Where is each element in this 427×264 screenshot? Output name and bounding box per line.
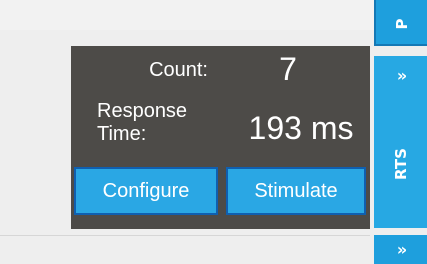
- count-value: 7: [279, 51, 297, 87]
- expand-chevron-icon[interactable]: »: [374, 240, 427, 260]
- response-time-value: 193 ms: [248, 110, 354, 146]
- side-tab-rts[interactable]: » RTS: [374, 56, 427, 228]
- side-tab-top[interactable]: P: [374, 0, 427, 46]
- side-tab-bottom[interactable]: »: [374, 235, 427, 264]
- divider: [0, 235, 370, 236]
- stimulate-button[interactable]: Stimulate: [226, 167, 366, 215]
- count-label: Count:: [149, 59, 208, 81]
- side-tab-rts-label: RTS: [392, 148, 410, 180]
- configure-button[interactable]: Configure: [74, 167, 218, 215]
- page-header-background: [0, 0, 427, 30]
- side-tab-top-label: P: [393, 18, 411, 30]
- stats-panel: Count: 7 Response Time: 193 ms Configure…: [71, 46, 370, 229]
- expand-chevron-icon[interactable]: »: [374, 66, 427, 86]
- response-time-label: Response Time:: [97, 100, 188, 145]
